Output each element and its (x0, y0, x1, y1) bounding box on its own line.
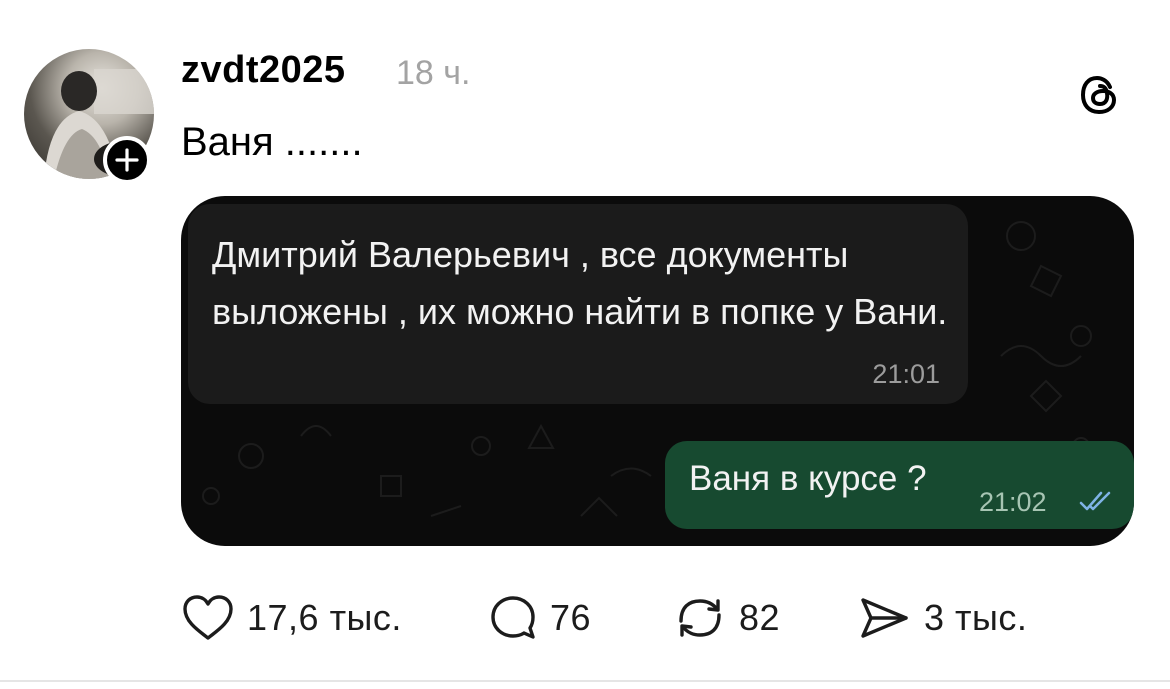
reply-count: 76 (550, 597, 592, 638)
repost-button[interactable]: 82 (673, 588, 780, 648)
comment-icon (491, 596, 535, 639)
post-text: Ваня ....... (181, 120, 363, 164)
double-check-icon (1079, 491, 1111, 511)
outgoing-message-bubble[interactable]: Ваня в курсе ? 21:02 (665, 441, 1134, 529)
username[interactable]: zvdt2025 (181, 47, 346, 93)
reply-button[interactable]: 76 (488, 588, 591, 648)
threads-logo-icon[interactable] (1077, 72, 1123, 118)
outgoing-message-text: Ваня в курсе ? (689, 459, 927, 498)
incoming-message-time: 21:01 (872, 359, 940, 389)
repost-icon (679, 599, 721, 637)
incoming-message-bubble[interactable]: Дмитрий Валерьевич , все документы вылож… (188, 204, 968, 404)
like-button[interactable]: 17,6 тыс. (181, 588, 402, 648)
plus-icon (115, 148, 139, 172)
share-count: 3 тыс. (924, 597, 1028, 638)
post-time: 18 ч. (396, 54, 471, 92)
like-count: 17,6 тыс. (247, 597, 402, 638)
post-actions-bar: 17,6 тыс. 76 82 3 тыс. (0, 588, 1170, 648)
chat-screenshot[interactable]: Дмитрий Валерьевич , все документы вылож… (181, 196, 1134, 546)
incoming-message-text: Дмитрий Валерьевич , все документы вылож… (212, 234, 948, 332)
share-button[interactable]: 3 тыс. (858, 588, 1027, 648)
follow-button[interactable] (103, 136, 151, 184)
repost-count: 82 (739, 597, 781, 638)
send-icon (861, 598, 908, 638)
divider (0, 680, 1170, 682)
outgoing-message-time: 21:02 (979, 487, 1047, 517)
heart-icon (183, 595, 233, 640)
